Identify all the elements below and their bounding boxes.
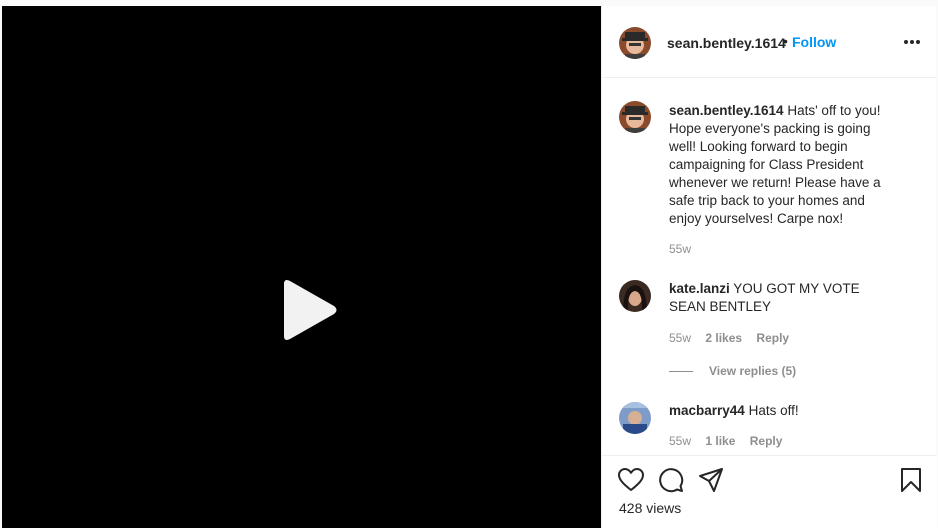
more-options-icon[interactable] [904,40,920,46]
comment-likes[interactable]: 1 like [705,434,735,448]
view-count: 428 views [619,500,682,516]
comment-body: Hats off! [748,403,799,418]
view-replies-label: View replies (5) [709,364,797,378]
comment-time[interactable]: 55w [669,331,691,345]
separator-dot: • [783,33,788,49]
caption-comment: sean.bentley.1614 Hats' off to you! Hope… [669,102,894,228]
bookmark-icon[interactable] [900,467,922,493]
avatar[interactable] [619,27,651,59]
avatar[interactable] [619,280,651,312]
post-panel: sean.bentley.1614 • Follow sean.bentley.… [601,6,937,528]
share-icon[interactable] [698,467,724,493]
reply-button[interactable]: Reply [750,434,783,448]
post-author-username[interactable]: sean.bentley.1614 [667,35,786,51]
comment: kate.lanzi YOU GOT MY VOTE SEAN BENTLEY [669,280,894,316]
comment-time[interactable]: 55w [669,434,691,448]
reply-button[interactable]: Reply [756,331,789,345]
comment-username[interactable]: kate.lanzi [669,281,730,296]
video-player[interactable] [2,6,601,528]
comment-time[interactable]: 55w [669,242,691,256]
comment-meta: 55w 2 likes Reply [669,331,800,345]
comment-likes[interactable]: 2 likes [705,331,742,345]
heart-icon[interactable] [618,468,644,492]
divider [669,371,693,373]
avatar[interactable] [619,101,651,133]
view-replies-button[interactable]: View replies (5) [669,364,796,378]
play-icon[interactable] [274,276,342,344]
action-bar [602,455,937,528]
post-header: sean.bentley.1614 • Follow [602,6,937,78]
comment: macbarry44 Hats off! [669,402,894,420]
comment-username[interactable]: sean.bentley.1614 [669,103,784,118]
comment-body: Hats' off to you! Hope everyone's packin… [669,103,881,226]
comment-username[interactable]: macbarry44 [669,403,745,418]
comment-icon[interactable] [658,467,684,493]
avatar[interactable] [619,402,651,434]
follow-button[interactable]: Follow [792,34,836,50]
comment-meta: 55w 1 like Reply [669,434,793,448]
comment-meta: 55w [669,242,702,256]
